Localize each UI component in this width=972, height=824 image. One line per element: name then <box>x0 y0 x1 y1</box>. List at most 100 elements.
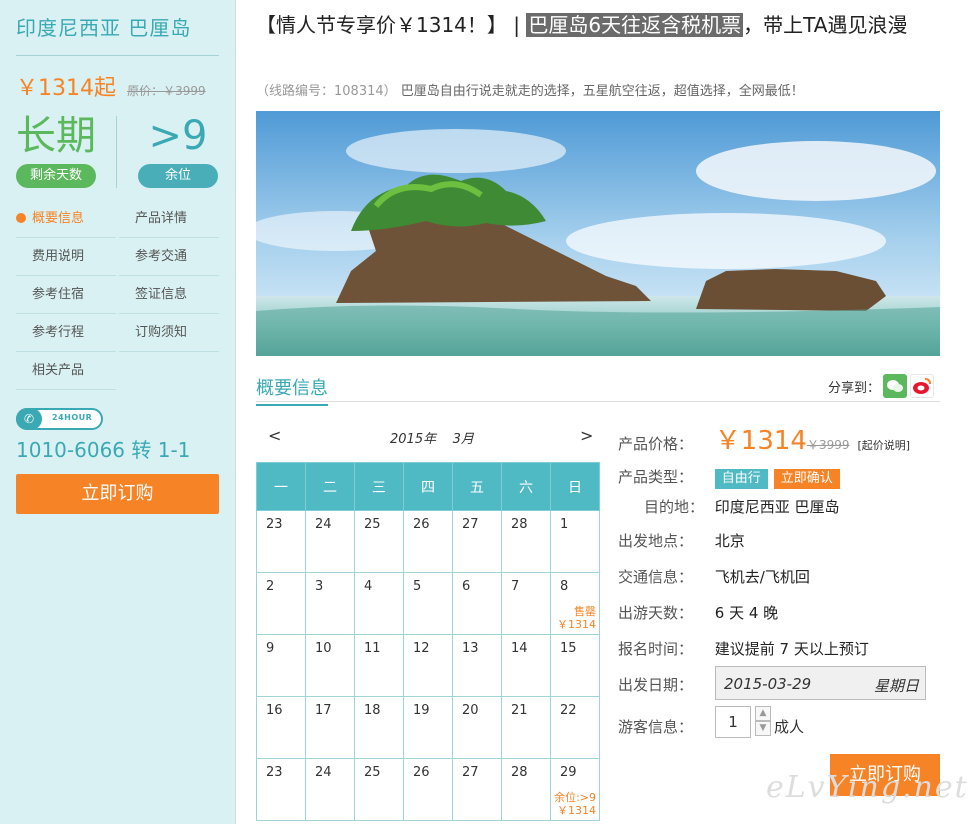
info-label: 出游天数： <box>618 604 694 622</box>
calendar-month-label: 2015年 3月 <box>390 428 474 447</box>
calendar-day-cell[interactable]: 13 <box>452 634 502 697</box>
calendar-day-cell[interactable]: 29 余位:>9 ￥1314 <box>550 758 600 821</box>
sidebar-item-label: 参考行程 <box>32 325 85 340</box>
calendar-day-cell[interactable]: 16 <box>256 696 306 759</box>
calendar-day-cell[interactable]: 18 <box>354 696 404 759</box>
hotline-badge-text: 24HOUR <box>52 413 93 422</box>
page: 印度尼西亚 巴厘岛 ￥1314起 原价：￥3999 长期 剩余天数 >9 余位 … <box>0 0 972 824</box>
calendar-day-number: 5 <box>413 579 422 594</box>
product-subtitle: （线路编号：108314） 巴厘岛自由行说走就走的选择，五星航空往返，超值选择，… <box>256 80 804 99</box>
calendar-day-cell[interactable]: 26 <box>403 758 453 821</box>
calendar-day-cell[interactable]: 22 <box>550 696 600 759</box>
info-row-guests: 游客信息： 1 ▲ ▼ 成人 <box>618 706 948 738</box>
calendar-prev-button[interactable]: < <box>268 426 281 445</box>
calendar-week-row: 16 17 18 19 20 21 22 <box>256 696 600 759</box>
divider <box>116 116 117 188</box>
calendar-day-cell[interactable]: 5 <box>403 572 453 635</box>
sidebar-item-itinerary[interactable]: 参考行程 <box>16 314 116 352</box>
calendar-day-number: 26 <box>413 517 430 532</box>
book-now-button-sidebar[interactable]: 立即订购 <box>16 474 219 514</box>
sidebar-item-transport[interactable]: 参考交通 <box>119 238 219 276</box>
original-price-label: 原价： <box>127 84 164 98</box>
calendar-day-cell[interactable]: 19 <box>403 696 453 759</box>
calendar-day-number: 3 <box>315 579 324 594</box>
calendar-day-number: 15 <box>560 641 577 656</box>
calendar-day-cell[interactable]: 9 <box>256 634 306 697</box>
calendar-day-cell[interactable]: 8 售罄 ￥1314 <box>550 572 600 635</box>
sidebar-item-related[interactable]: 相关产品 <box>16 352 116 390</box>
divider <box>256 401 940 402</box>
calendar-weekday: 日 <box>550 462 600 511</box>
calendar-day-cell[interactable]: 14 <box>501 634 551 697</box>
sidebar-item-details[interactable]: 产品详情 <box>119 200 219 238</box>
info-row-price: 产品价格： ￥1314￥3999 [起价说明] <box>618 420 910 457</box>
calendar-day-cell[interactable]: 28 <box>501 510 551 573</box>
calendar-day-cell[interactable]: 2 <box>256 572 306 635</box>
info-label: 交通信息： <box>618 568 694 586</box>
calendar-weekday-row: 一二三四五六日 <box>256 462 600 511</box>
calendar-day-cell[interactable]: 6 <box>452 572 502 635</box>
calendar-day-cell[interactable]: 23 <box>256 758 306 821</box>
info-row-days: 出游天数： 6 天 4 晚 <box>618 602 778 623</box>
departure-date-field[interactable]: 2015-03-29 星期日 <box>715 666 926 700</box>
calendar-day-number: 25 <box>364 517 381 532</box>
calendar-header: < 2015年 3月 > <box>256 422 600 452</box>
info-label: 产品类型： <box>618 468 694 486</box>
info-original-price: ￥3999 <box>806 438 850 452</box>
wechat-icon[interactable] <box>883 374 908 398</box>
calendar-next-button[interactable]: > <box>580 426 593 445</box>
share-label: 分享到： <box>828 380 881 396</box>
calendar-day-number: 24 <box>315 765 332 780</box>
sidebar-item-lodging[interactable]: 参考住宿 <box>16 276 116 314</box>
stepper-up-icon[interactable]: ▲ <box>755 706 771 721</box>
calendar-day-cell[interactable]: 24 <box>305 510 355 573</box>
subtitle-text: 巴厘岛自由行说走就走的选择，五星航空往返，超值选择，全网最低！ <box>400 84 804 99</box>
weibo-icon[interactable] <box>910 374 935 398</box>
hero-image-bali-rock <box>256 111 940 356</box>
seats-label: 余位 <box>138 164 218 188</box>
price-note-link[interactable]: [起价说明] <box>858 439 911 452</box>
calendar-weekday: 三 <box>354 462 404 511</box>
calendar-week-row: 23 24 25 26 27 28 29 余位:>9 ￥1314 <box>256 758 600 821</box>
calendar-day-cell[interactable]: 17 <box>305 696 355 759</box>
watermark-logo: eLvYing.net <box>766 770 969 805</box>
sidebar-item-label: 参考住宿 <box>32 287 85 302</box>
sidebar-item-fees[interactable]: 费用说明 <box>16 238 116 276</box>
sidebar-item-label: 参考交通 <box>135 249 188 264</box>
calendar-day-number: 7 <box>511 579 520 594</box>
calendar-day-cell[interactable]: 27 <box>452 510 502 573</box>
info-days: 6 天 4 晚 <box>714 604 779 622</box>
sidebar-item-visa[interactable]: 签证信息 <box>119 276 219 314</box>
calendar-day-cell[interactable]: 10 <box>305 634 355 697</box>
calendar-day-cell[interactable]: 23 <box>256 510 306 573</box>
calendar-day-cell[interactable]: 24 <box>305 758 355 821</box>
info-label: 出发地点： <box>618 532 694 550</box>
calendar-day-cell[interactable]: 11 <box>354 634 404 697</box>
calendar-day-number: 12 <box>413 641 430 656</box>
calendar-day-number: 6 <box>462 579 471 594</box>
stepper-down-icon[interactable]: ▼ <box>755 721 771 736</box>
calendar-day-cell[interactable]: 25 <box>354 758 404 821</box>
calendar-day-cell[interactable]: 27 <box>452 758 502 821</box>
calendar-day-cell[interactable]: 12 <box>403 634 453 697</box>
calendar-day-cell[interactable]: 26 <box>403 510 453 573</box>
departure-date-value: 2015-03-29 <box>724 675 812 693</box>
hotline-badge: ✆ 24HOUR <box>16 408 103 430</box>
calendar-day-cell[interactable]: 21 <box>501 696 551 759</box>
guest-quantity-input[interactable]: 1 <box>715 706 751 738</box>
calendar-day-cell[interactable]: 4 <box>354 572 404 635</box>
calendar-day-cell[interactable]: 20 <box>452 696 502 759</box>
info-transport: 飞机去/飞机回 <box>714 568 810 586</box>
sidebar-item-notes[interactable]: 订购须知 <box>119 314 219 352</box>
calendar-day-cell[interactable]: 15 <box>550 634 600 697</box>
calendar-month: 3 <box>452 432 461 447</box>
calendar-day-cell[interactable]: 1 <box>550 510 600 573</box>
calendar-day-cell[interactable]: 28 <box>501 758 551 821</box>
sidebar-item-label: 签证信息 <box>135 287 188 302</box>
calendar-day-cell[interactable]: 25 <box>354 510 404 573</box>
sidebar-item-overview[interactable]: 概要信息 <box>16 200 116 238</box>
sidebar-item-label: 概要信息 <box>32 211 85 226</box>
calendar-day-cell[interactable]: 7 <box>501 572 551 635</box>
product-title: 【情人节专享价￥1314！】 | 巴厘岛6天往返含税机票 ，带上TA遇见浪漫 <box>256 10 956 40</box>
calendar-day-cell[interactable]: 3 <box>305 572 355 635</box>
